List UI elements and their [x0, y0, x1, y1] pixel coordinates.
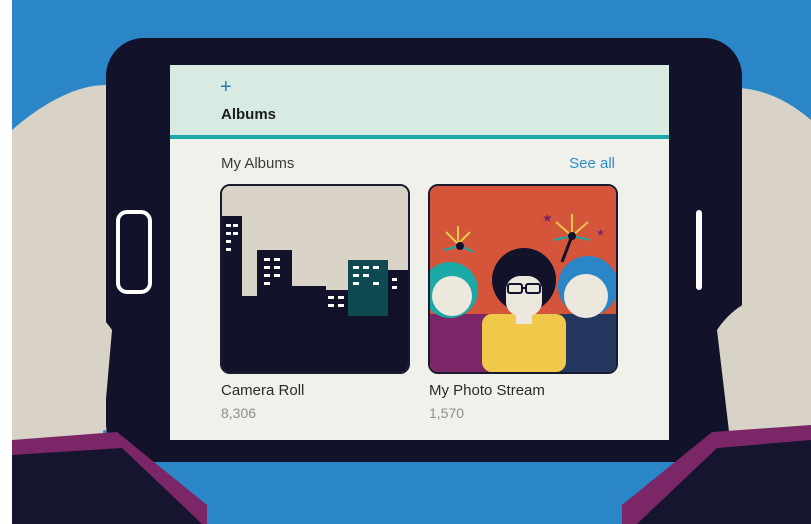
- album-count: 8,306: [221, 405, 257, 421]
- album-count: 1,570: [429, 405, 465, 421]
- album-card-camera-roll[interactable]: Camera Roll 8,306: [220, 184, 410, 421]
- album-card-my-photo-stream[interactable]: ★ ★ My Photo Stream 1,570: [428, 184, 618, 421]
- album-name: My Photo Stream: [429, 382, 545, 399]
- add-album-icon[interactable]: +: [220, 77, 232, 97]
- svg-text:★: ★: [596, 228, 605, 239]
- album-thumbnail-camera-roll[interactable]: [220, 184, 410, 374]
- album-name: Camera Roll: [221, 382, 305, 399]
- tablet-screen: + Albums My Albums See all Camera Roll 8…: [170, 65, 669, 440]
- page-title: Albums: [221, 106, 277, 123]
- album-thumbnail-my-photo-stream[interactable]: ★ ★: [428, 184, 618, 374]
- city-skyline-icon: [222, 186, 408, 372]
- side-button-icon: [696, 210, 702, 290]
- svg-text:★: ★: [542, 211, 553, 225]
- see-all-link[interactable]: See all: [569, 155, 615, 172]
- friends-fireworks-icon: ★ ★: [430, 186, 616, 372]
- albums-header: + Albums: [170, 65, 669, 139]
- section-title-my-albums: My Albums: [221, 155, 295, 172]
